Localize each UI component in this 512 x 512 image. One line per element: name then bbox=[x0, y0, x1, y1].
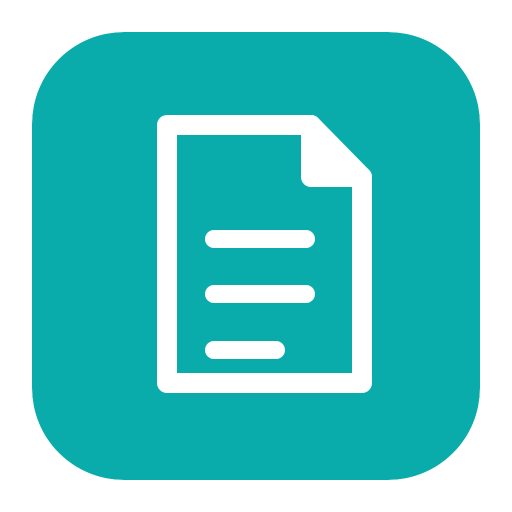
icon-tile-background bbox=[32, 32, 480, 480]
document-icon-svg bbox=[32, 32, 480, 480]
icon-canvas bbox=[0, 0, 512, 512]
document-app-icon[interactable] bbox=[32, 32, 480, 480]
